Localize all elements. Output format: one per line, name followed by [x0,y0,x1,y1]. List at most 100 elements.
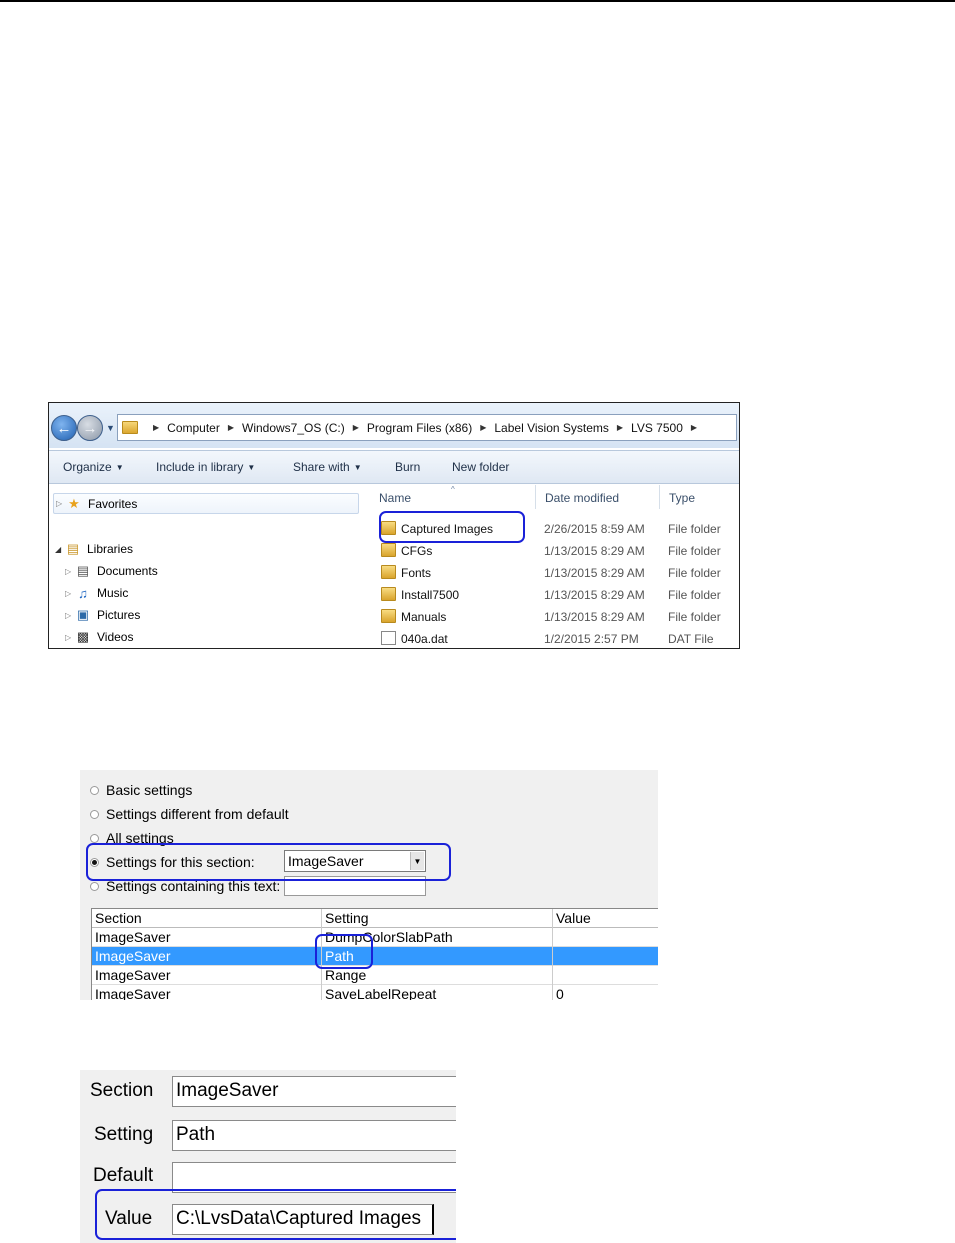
chevron-right-icon[interactable]: ▶ [617,423,623,432]
chevron-right-icon[interactable]: ▶ [353,423,359,432]
chevron-down-icon: ▼ [115,463,124,472]
folder-icon [381,565,396,579]
file-type: File folder [668,610,721,624]
file-row-captured-images[interactable]: Captured Images 2/26/2015 8:59 AM File f… [379,518,739,540]
column-divider[interactable] [321,909,322,1000]
chevron-right-icon[interactable]: ▶ [228,423,234,432]
expand-triangle-icon[interactable]: ▷ [56,499,66,508]
folder-icon [381,543,396,557]
page-top-rule [0,0,955,2]
value-field[interactable]: C:\LvsData\Captured Images [172,1204,434,1235]
tree-item-videos[interactable]: ▷ ▩ Videos [65,628,133,646]
file-row-fonts[interactable]: Fonts 1/13/2015 8:29 AM File folder [379,562,739,584]
libraries-label: Libraries [87,542,134,556]
music-label: Music [97,586,129,600]
radio-button[interactable] [90,881,99,891]
tree-item-documents[interactable]: ▷ ▤ Documents [65,562,158,580]
organize-button[interactable]: Organize ▼ [63,460,124,474]
sort-ascending-icon: ^ [451,485,455,494]
chevron-right-icon[interactable]: ▶ [153,423,159,432]
back-button[interactable]: ← [51,415,77,441]
cell-section: ImageSaver [95,986,171,1000]
column-header-date-modified[interactable]: Date modified [545,491,619,505]
column-header-value[interactable]: Value [556,910,591,926]
include-in-library-button[interactable]: Include in library ▼ [156,460,255,474]
document-icon: ▤ [76,563,90,578]
tree-item-music[interactable]: ▷ ♫ Music [65,584,128,602]
file-type: File folder [668,566,721,580]
new-folder-button[interactable]: New folder [452,460,509,474]
expand-triangle-icon[interactable]: ▷ [65,567,75,576]
pictures-label: Pictures [97,608,141,622]
tree-item-favorites[interactable]: ▷ ★ Favorites [53,493,359,514]
file-row-install7500[interactable]: Install7500 1/13/2015 8:29 AM File folde… [379,584,739,606]
file-name: 040a.dat [401,632,448,646]
documents-label: Documents [97,564,158,578]
column-divider[interactable] [659,485,660,509]
file-type: File folder [668,588,721,602]
settings-panel: Basic settings Settings different from d… [80,770,658,1000]
burn-button[interactable]: Burn [395,460,420,474]
file-name: Captured Images [401,522,494,536]
forward-button[interactable]: → [77,415,103,441]
tree-item-pictures[interactable]: ▷ ▣ Pictures [65,606,140,624]
column-header-type[interactable]: Type [669,491,695,505]
expand-triangle-icon[interactable]: ▷ [65,589,75,598]
column-divider[interactable] [535,485,536,509]
back-arrow-icon: ← [56,419,72,437]
recent-pages-dropdown-icon[interactable]: ▼ [106,423,115,433]
radio-button[interactable] [90,833,99,843]
table-row[interactable]: ImageSaver DumpColorSlabPath [92,928,658,947]
value-label: Value [105,1208,153,1229]
section-dropdown[interactable]: ImageSaver ▼ [284,850,426,872]
file-row-040a-dat[interactable]: 040a.dat 1/2/2015 2:57 PM DAT File [379,628,739,648]
share-with-button[interactable]: Share with ▼ [293,460,362,474]
grid-header-row: Section Setting Value [92,909,658,928]
explorer-window: ← → ▼ ▶ Computer ▶ Windows7_OS (C:) ▶ Pr… [48,402,740,649]
collapse-triangle-icon[interactable]: ◢ [55,545,65,554]
address-field[interactable]: ▶ Computer ▶ Windows7_OS (C:) ▶ Program … [117,414,737,441]
chevron-down-icon[interactable]: ▼ [410,852,424,870]
table-row[interactable]: ImageSaver SaveLabelRepeat 0 [92,985,658,1000]
section-dropdown-value: ImageSaver [288,853,364,869]
table-row[interactable]: ImageSaver Range [92,966,658,985]
folder-icon [381,609,396,623]
file-date: 1/13/2015 8:29 AM [544,566,645,580]
setting-field[interactable]: Path [172,1120,456,1151]
section-field[interactable]: ImageSaver [172,1076,456,1107]
forward-arrow-icon: → [82,419,98,437]
radio-settings-for-section[interactable]: Settings for this section: [90,852,255,872]
breadcrumb-drive[interactable]: Windows7_OS (C:) [242,421,345,435]
radio-label: All settings [106,830,174,846]
file-row-cfgs[interactable]: CFGs 1/13/2015 8:29 AM File folder [379,540,739,562]
videos-label: Videos [97,630,134,644]
column-header-name[interactable]: Name [379,491,411,505]
column-header-setting[interactable]: Setting [325,910,369,926]
radio-button-selected[interactable] [90,857,99,867]
breadcrumb-program-files[interactable]: Program Files (x86) [367,421,472,435]
search-text-input[interactable] [284,876,426,896]
expand-triangle-icon[interactable]: ▷ [65,611,75,620]
chevron-right-icon[interactable]: ▶ [691,423,697,432]
radio-all-settings[interactable]: All settings [90,828,174,848]
breadcrumb-computer[interactable]: Computer [167,421,220,435]
column-header-section[interactable]: Section [95,910,142,926]
default-field[interactable] [172,1162,456,1193]
navigation-pane: ▷ ★ Favorites ◢ ▤ Libraries ▷ ▤ Document… [49,485,367,648]
tree-item-libraries[interactable]: ◢ ▤ Libraries [55,540,133,558]
radio-settings-different[interactable]: Settings different from default [90,804,289,824]
organize-label: Organize [63,460,112,474]
column-divider[interactable] [552,909,553,1000]
radio-settings-containing[interactable]: Settings containing this text: [90,876,280,896]
file-name: CFGs [401,544,433,558]
breadcrumb-lvs7500[interactable]: LVS 7500 [631,421,683,435]
table-row-selected[interactable]: ImageSaver Path [92,947,658,966]
breadcrumb-label-vision[interactable]: Label Vision Systems [494,421,609,435]
chevron-right-icon[interactable]: ▶ [480,423,486,432]
radio-button[interactable] [90,785,99,795]
chevron-down-icon: ▼ [247,463,256,472]
radio-button[interactable] [90,809,99,819]
file-row-manuals[interactable]: Manuals 1/13/2015 8:29 AM File folder [379,606,739,628]
expand-triangle-icon[interactable]: ▷ [65,633,75,642]
radio-basic-settings[interactable]: Basic settings [90,780,192,800]
